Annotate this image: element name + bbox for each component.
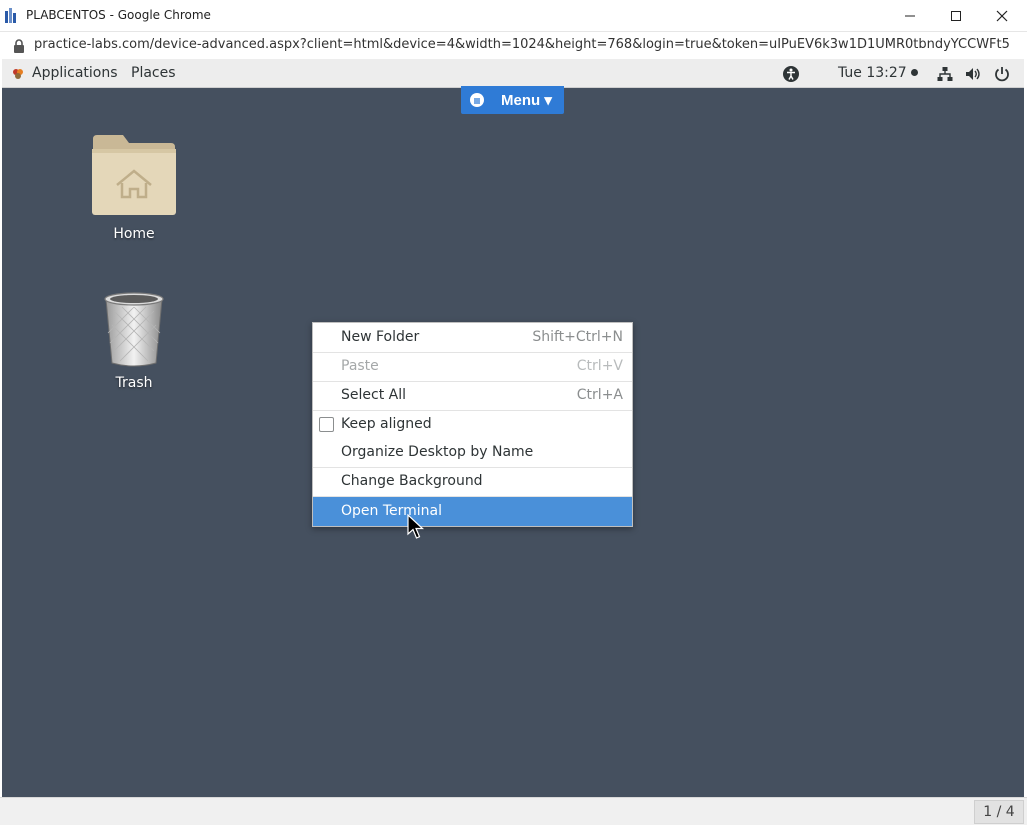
window-title: PLABCENTOS - Google Chrome [26,8,211,22]
notification-dot [910,69,918,76]
address-bar[interactable]: practice-labs.com/device-advanced.aspx?c… [0,32,1027,59]
url-text[interactable]: practice-labs.com/device-advanced.aspx?c… [34,37,1009,52]
menu-item-select-all[interactable]: Select All Ctrl+A [313,381,632,410]
folder-home-icon [92,135,176,215]
home-label: Home [113,226,155,242]
menu-item-label: Keep aligned [341,416,432,432]
menu-item-new-folder[interactable]: New Folder Shift+Ctrl+N [313,323,632,352]
menu-item-label: Paste [341,358,379,374]
browser-titlebar: PLABCENTOS - Google Chrome [0,0,1027,32]
places-menu[interactable]: Places [131,65,176,81]
menu-item-label: New Folder [341,329,420,345]
close-button[interactable] [979,0,1025,31]
trash-icon [104,292,164,367]
menu-item-paste[interactable]: Paste Ctrl+V [313,352,632,381]
applications-icon [13,69,23,79]
power-icon[interactable] [993,65,1011,83]
menu-item-shortcut: Shift+Ctrl+N [532,329,623,345]
menu-item-change-background[interactable]: Change Background [313,467,632,496]
page-counter[interactable]: 1 / 4 [974,800,1024,824]
remote-menu-button[interactable]: Menu ▾ [461,86,564,114]
network-icon[interactable] [936,65,954,83]
home-desktop-icon[interactable]: Home [84,133,184,248]
close-icon [996,10,1008,21]
minimize-icon [905,15,915,16]
mouse-cursor-icon [407,514,425,539]
desktop-context-menu: New Folder Shift+Ctrl+N Paste Ctrl+V Sel… [312,322,633,527]
app-logo-icon [5,8,16,23]
accessibility-icon[interactable] [782,65,800,83]
menu-item-label: Organize Desktop by Name [341,444,534,460]
clock-text: Tue 13:27 [838,65,907,81]
menu-label: Menu ▾ [501,92,552,109]
menu-item-label: Select All [341,387,406,403]
browser-status-bar: 1 / 4 [0,797,1027,825]
trash-label: Trash [115,375,153,391]
menu-item-open-terminal[interactable]: Open Terminal [313,497,632,526]
maximize-icon [951,10,961,21]
menu-item-label: Open Terminal [341,503,443,519]
minimize-button[interactable] [887,0,933,31]
applications-menu[interactable]: Applications [32,65,118,81]
menu-item-shortcut: Ctrl+A [576,387,623,403]
menu-item-organize-desktop[interactable]: Organize Desktop by Name [313,438,632,467]
trash-desktop-icon[interactable]: Trash [84,289,184,401]
menu-item-keep-aligned[interactable]: Keep aligned [313,410,632,439]
clock[interactable]: Tue 13:27 [838,65,918,81]
lock-icon [14,39,24,53]
keep-aligned-checkbox[interactable] [319,417,334,432]
volume-icon[interactable] [964,65,982,83]
remote-desktop[interactable]: Applications Places Tue 13:27 Menu ▾ Hom… [2,59,1024,797]
menu-item-shortcut: Ctrl+V [576,358,623,374]
top-panel: Applications Places Tue 13:27 [2,59,1024,88]
maximize-button[interactable] [933,0,979,31]
menu-item-label: Change Background [341,473,483,489]
menu-icon [470,93,484,107]
